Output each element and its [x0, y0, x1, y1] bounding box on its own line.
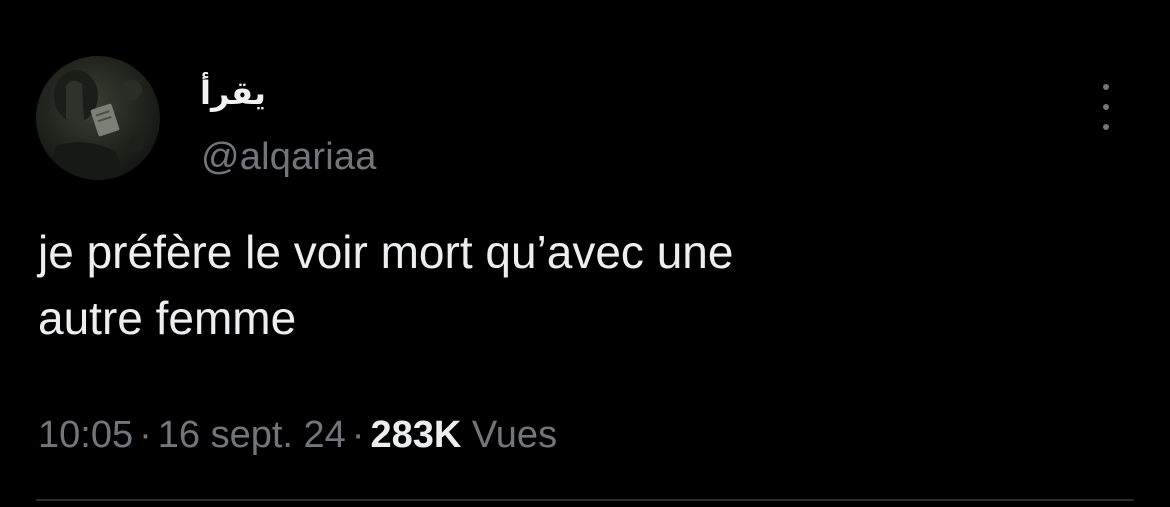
tweet-metadata: 10:05 · 16 sept. 24 · 283K Vues [38, 414, 557, 457]
tweet[interactable]: يقرأ @alqariaa je préfère le voir mort q… [0, 0, 1170, 507]
dot [1103, 124, 1109, 130]
separator: · [351, 414, 365, 456]
tweet-text: je préfère le voir mort qu’avec une autr… [38, 226, 734, 344]
divider [36, 499, 1134, 501]
display-name[interactable]: يقرأ [200, 74, 266, 112]
tweet-date[interactable]: 16 sept. 24 [158, 414, 346, 456]
avatar[interactable] [36, 56, 160, 180]
tweet-time[interactable]: 10:05 [38, 414, 133, 456]
separator: · [139, 414, 152, 456]
views-count[interactable]: 283K [370, 414, 461, 456]
user-handle[interactable]: @alqariaa [201, 136, 377, 179]
dot [1103, 104, 1109, 110]
views-label[interactable]: Vues [472, 414, 557, 456]
more-vertical-icon[interactable] [1094, 84, 1118, 130]
dot [1103, 84, 1109, 90]
